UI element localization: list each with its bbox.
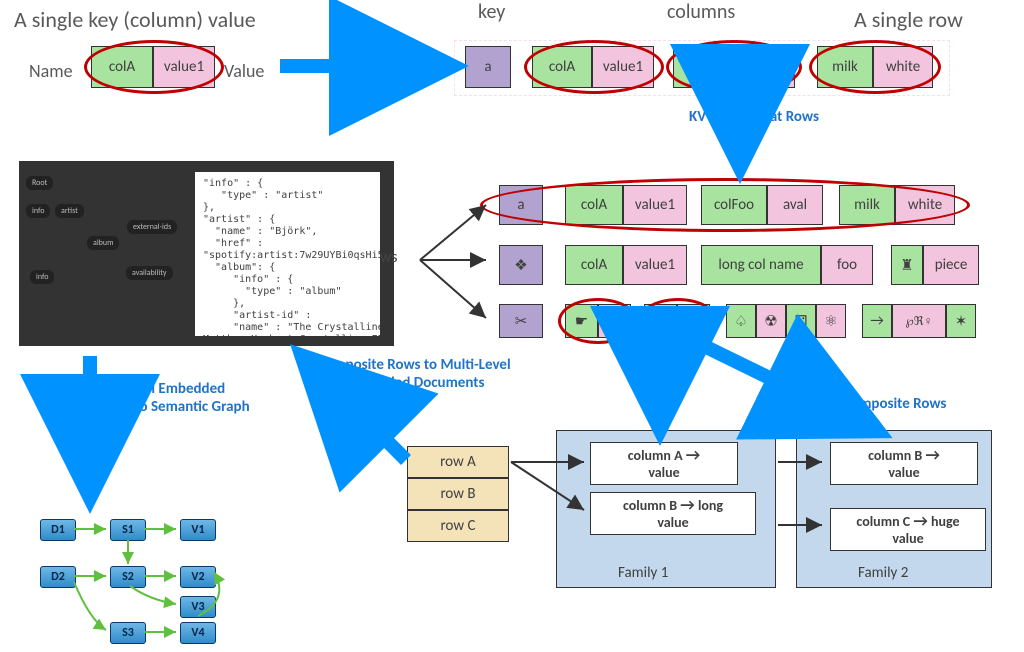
arrows-layer bbox=[0, 0, 1024, 652]
